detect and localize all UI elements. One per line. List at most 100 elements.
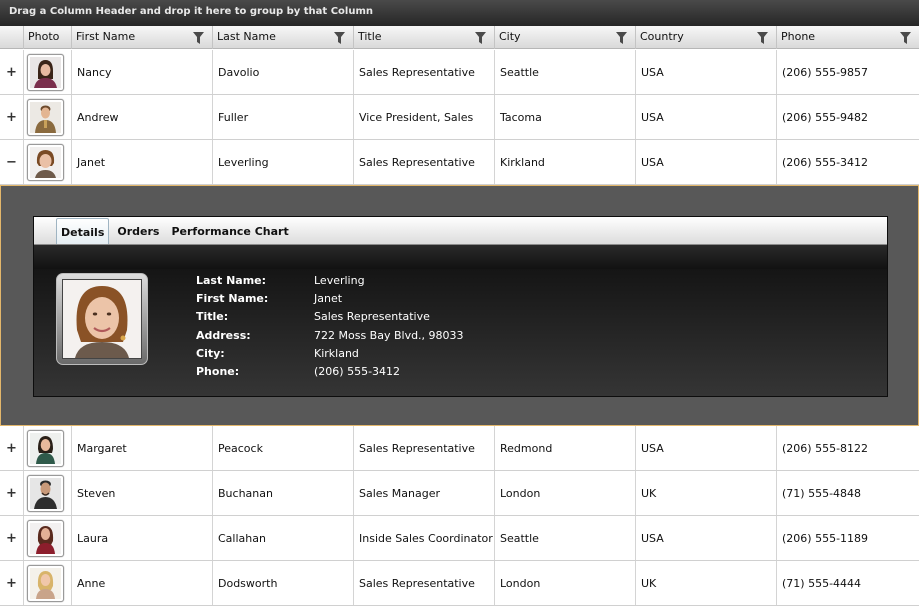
field-value: (206) 555-3412 xyxy=(314,364,401,378)
first-name-cell: Margaret xyxy=(72,426,213,470)
info-line: Title: Sales Representative xyxy=(196,310,464,328)
employee-photo-cell xyxy=(24,516,72,560)
employee-photo-cell xyxy=(24,140,72,184)
header-toggle-spacer xyxy=(0,26,24,49)
employee-photo-cell xyxy=(24,50,72,94)
filter-icon[interactable] xyxy=(193,32,204,44)
plus-icon[interactable]: + xyxy=(0,426,24,470)
last-name-cell: Buchanan xyxy=(213,471,354,515)
info-line: Phone: (206) 555-3412 xyxy=(196,365,464,383)
person-photo-icon xyxy=(30,522,61,554)
filter-icon[interactable] xyxy=(334,32,345,44)
info-line: Last Name: Leverling xyxy=(196,274,464,292)
plus-icon[interactable]: + xyxy=(0,516,24,560)
info-line: First Name: Janet xyxy=(196,292,464,310)
filter-icon[interactable] xyxy=(616,32,627,44)
column-header-city[interactable]: City xyxy=(495,26,636,49)
table-row[interactable]: + Steven Buchanan Sales Manager London U… xyxy=(0,471,919,516)
country-cell: USA xyxy=(636,426,777,470)
avatar xyxy=(27,143,64,181)
plus-icon[interactable]: + xyxy=(0,561,24,605)
details-body: Last Name: Leverling First Name: Janet T… xyxy=(34,269,887,396)
last-name-cell: Davolio xyxy=(213,50,354,94)
avatar xyxy=(27,519,64,557)
employee-large-photo xyxy=(56,273,148,365)
first-name-cell: Nancy xyxy=(72,50,213,94)
field-label: Title: xyxy=(196,310,229,324)
first-name-cell: Andrew xyxy=(72,95,213,139)
group-panel[interactable]: Drag a Column Header and drop it here to… xyxy=(0,0,919,26)
column-header-label: Country xyxy=(640,30,684,43)
employee-photo-cell xyxy=(24,561,72,605)
plus-icon[interactable]: + xyxy=(0,95,24,139)
tab-performance-chart[interactable]: Performance Chart xyxy=(167,218,292,244)
phone-cell: (206) 555-3412 xyxy=(782,155,869,169)
plus-icon[interactable]: + xyxy=(0,471,24,515)
avatar xyxy=(27,429,64,467)
title-cell: Sales Representative xyxy=(354,561,495,605)
filter-icon[interactable] xyxy=(757,32,768,44)
table-row-expanded[interactable]: − Janet Leverling Sales Representative K… xyxy=(0,140,919,185)
column-header-country[interactable]: Country xyxy=(636,26,777,49)
phone-cell: (71) 555-4848 xyxy=(782,486,862,500)
plus-icon[interactable]: + xyxy=(0,50,24,94)
city-cell: Seattle xyxy=(495,516,636,560)
person-photo-icon xyxy=(30,567,61,599)
column-header-photo[interactable]: Photo xyxy=(24,26,72,49)
row-details-area: Details Orders Performance Chart Last Na… xyxy=(0,185,919,426)
column-header-label: Title xyxy=(358,30,382,43)
person-photo-icon xyxy=(63,280,141,358)
column-header-label: Phone xyxy=(781,30,816,43)
title-cell: Vice President, Sales xyxy=(354,95,495,139)
person-photo-icon xyxy=(30,56,61,88)
title-cell: Sales Representative xyxy=(354,140,495,184)
first-name-cell: Steven xyxy=(72,471,213,515)
last-name-cell: Callahan xyxy=(213,516,354,560)
details-panel: Details Orders Performance Chart Last Na… xyxy=(33,216,888,397)
country-cell: USA xyxy=(636,516,777,560)
phone-cell: (206) 555-9857 xyxy=(782,65,869,79)
field-value: Sales Representative xyxy=(314,310,430,324)
phone-cell: (71) 555-4444 xyxy=(782,576,862,590)
employee-photo-cell xyxy=(24,471,72,515)
column-header-phone[interactable]: Phone xyxy=(777,26,919,49)
field-label: City: xyxy=(196,346,225,360)
table-row[interactable]: + Margaret Peacock Sales Representative … xyxy=(0,426,919,471)
column-header-label: City xyxy=(499,30,521,43)
field-label: Phone: xyxy=(196,364,240,378)
table-row[interactable]: + Laura Callahan Inside Sales Coordinato… xyxy=(0,516,919,561)
table-row[interactable]: + Andrew Fuller Vice President, Sales Ta… xyxy=(0,95,919,140)
field-label: Address: xyxy=(196,328,251,342)
table-row[interactable]: + Anne Dodsworth Sales Representative Lo… xyxy=(0,561,919,606)
avatar xyxy=(27,98,64,136)
column-header-label: First Name xyxy=(76,30,136,43)
filter-icon[interactable] xyxy=(900,32,911,44)
field-value: Leverling xyxy=(314,274,365,287)
tab-orders[interactable]: Orders xyxy=(113,218,163,244)
first-name-cell: Laura xyxy=(72,516,213,560)
phone-cell: (206) 555-8122 xyxy=(782,441,869,455)
minus-icon[interactable]: − xyxy=(0,140,24,184)
employee-info: Last Name: Leverling First Name: Janet T… xyxy=(196,274,464,383)
city-cell: Tacoma xyxy=(495,95,636,139)
column-header-title[interactable]: Title xyxy=(354,26,495,49)
last-name-cell: Peacock xyxy=(213,426,354,470)
filter-icon[interactable] xyxy=(475,32,486,44)
first-name-cell: Janet xyxy=(72,140,213,184)
country-cell: USA xyxy=(636,50,777,94)
tab-details[interactable]: Details xyxy=(56,218,110,244)
table-row[interactable]: + Nancy Davolio Sales Representative Sea… xyxy=(0,50,919,95)
column-header-first-name[interactable]: First Name xyxy=(72,26,213,49)
country-cell: USA xyxy=(636,95,777,139)
avatar xyxy=(27,474,64,512)
person-photo-icon xyxy=(30,432,61,464)
column-header-last-name[interactable]: Last Name xyxy=(213,26,354,49)
field-value: Janet xyxy=(314,292,343,306)
city-cell: Kirkland xyxy=(495,140,636,184)
phone-cell: (206) 555-9482 xyxy=(782,110,869,124)
last-name-cell: Dodsworth xyxy=(213,561,354,605)
field-label: Last Name: xyxy=(196,274,267,287)
first-name-cell: Anne xyxy=(72,561,213,605)
city-cell: London xyxy=(495,561,636,605)
person-photo-icon xyxy=(30,146,61,178)
